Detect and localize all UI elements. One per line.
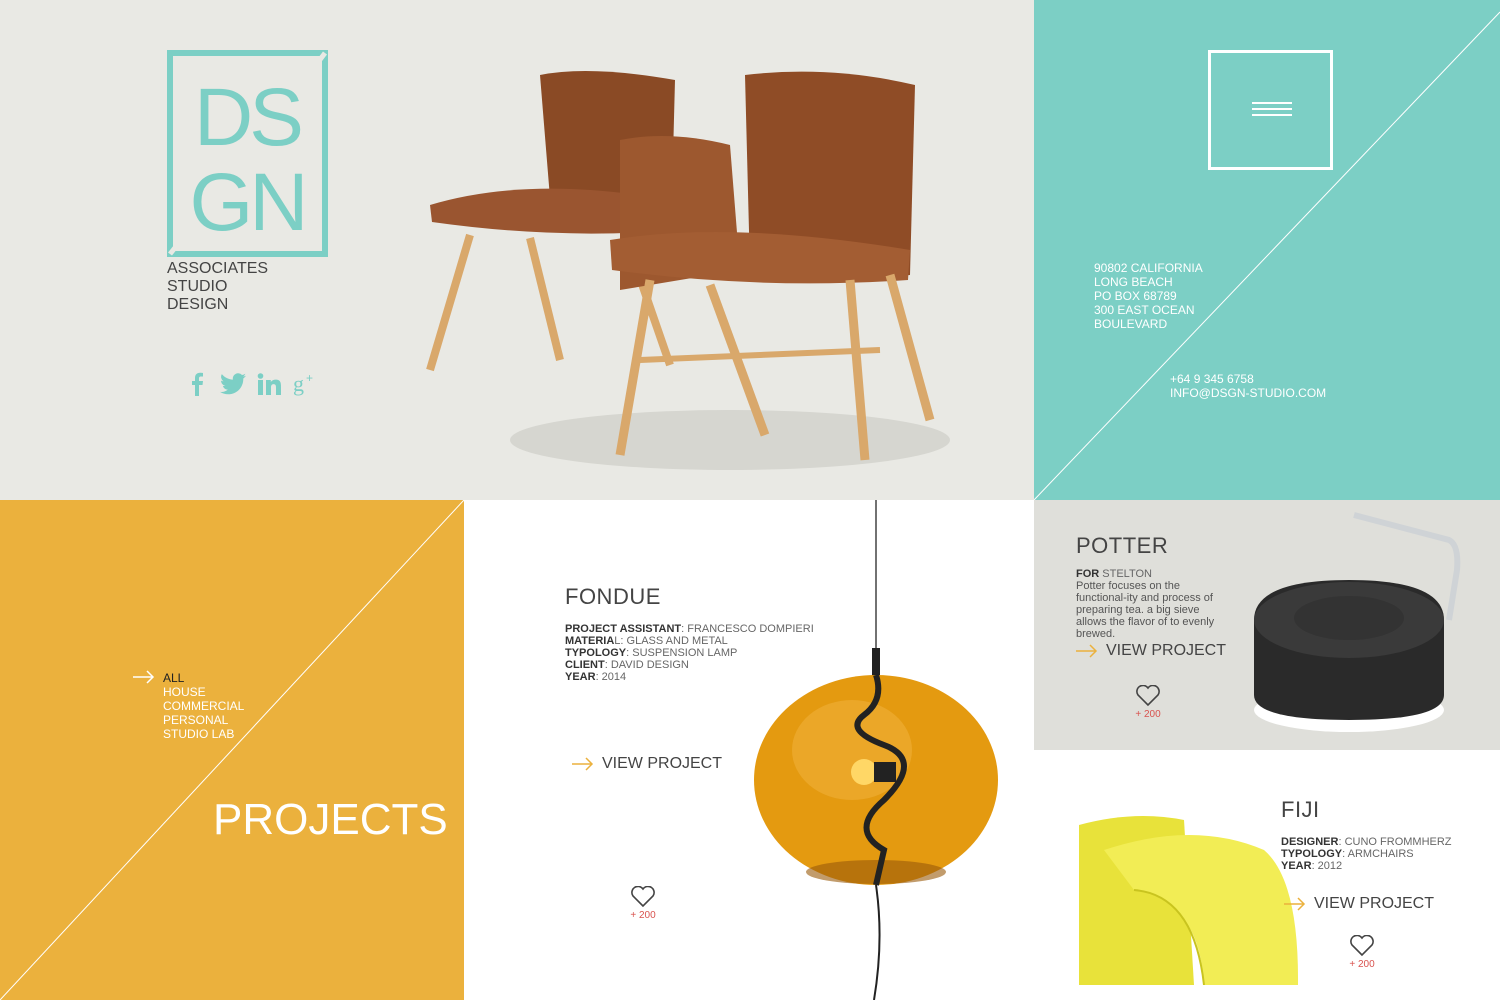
heart-icon (1136, 685, 1160, 707)
project-filters: ALL HOUSE COMMERCIAL PERSONAL STUDIO LAB (163, 671, 244, 741)
meta-label: DESIGNER (1281, 836, 1339, 848)
meta-value: : FRANCESCO DOMPIERI (681, 623, 814, 635)
heart-icon (631, 886, 655, 908)
tagline-line: ASSOCIATES (167, 260, 269, 277)
project-card-fiji: FIJI DESIGNER: CUNO FROMMHERZ TYPOLOGY: … (1034, 750, 1500, 1000)
meta-label: YEAR (565, 671, 596, 683)
like-button[interactable]: + 200 (1135, 685, 1161, 720)
view-project-button[interactable]: VIEW PROJECT (1076, 642, 1226, 660)
twitter-icon[interactable] (220, 371, 246, 397)
meta-label: PROJECT ASSISTANT (565, 623, 682, 635)
projects-nav-section (0, 500, 464, 1000)
like-button[interactable]: + 200 (630, 886, 656, 921)
filter-house[interactable]: HOUSE (163, 685, 244, 699)
tagline-line: DESIGN (167, 296, 229, 313)
meta-value: : 2012 (1311, 860, 1343, 872)
menu-icon-bar (1252, 102, 1292, 104)
linkedin-icon[interactable] (256, 371, 282, 397)
potter-kettle-image (1254, 512, 1461, 732)
menu-icon-bar (1252, 114, 1292, 116)
address-line: 300 EAST OCEAN (1094, 303, 1195, 317)
contact-section: 90802 CALIFORNIA LONG BEACH PO BOX 68789… (1034, 0, 1500, 500)
like-button[interactable]: + 200 (1349, 935, 1375, 970)
social-links: g + (184, 371, 318, 397)
phone-number[interactable]: +64 9 345 6758 (1170, 372, 1326, 386)
projects-heading: PROJECTS (213, 795, 448, 844)
meta-value: STELTON (1099, 568, 1153, 580)
filter-personal[interactable]: PERSONAL (163, 713, 244, 727)
meta-value: : SUSPENSION LAMP (626, 647, 738, 659)
arrow-right-icon (1076, 644, 1098, 658)
fiji-armchair-image (1079, 816, 1299, 985)
meta-value: L: GLASS AND METAL (614, 635, 728, 647)
filter-all[interactable]: ALL (163, 671, 244, 685)
svg-text:g: g (293, 372, 304, 396)
meta-label: MATERIA (565, 635, 615, 647)
facebook-icon[interactable] (184, 371, 210, 397)
hero-section: DS GN ASSOCIATES STUDIO DESIGN g + (0, 0, 1034, 500)
project-meta: PROJECT ASSISTANT: FRANCESCO DOMPIERI MA… (565, 623, 814, 683)
menu-icon-bar (1252, 108, 1292, 110)
filter-commercial[interactable]: COMMERCIAL (163, 699, 244, 713)
project-meta: FOR STELTON (1076, 568, 1152, 580)
meta-value: : ARMCHAIRS (1342, 848, 1414, 860)
address-line: LONG BEACH (1094, 275, 1173, 289)
arrow-right-icon (133, 670, 155, 684)
view-project-button[interactable]: VIEW PROJECT (572, 755, 722, 773)
svg-text:+: + (306, 372, 313, 385)
diagonal-line (0, 500, 464, 1000)
project-meta: DESIGNER: CUNO FROMMHERZ TYPOLOGY: ARMCH… (1281, 836, 1452, 872)
project-card-fondue: FONDUE PROJECT ASSISTANT: FRANCESCO DOMP… (464, 500, 1034, 1000)
heart-icon (1350, 935, 1374, 957)
project-description: Potter focuses on the functional-ity and… (1076, 580, 1215, 640)
menu-button[interactable] (1208, 50, 1333, 170)
dsgn-logo[interactable]: DS GN (167, 50, 328, 257)
address-line: 90802 CALIFORNIA (1094, 261, 1203, 275)
svg-text:GN: GN (190, 157, 305, 248)
view-project-label: VIEW PROJECT (1314, 895, 1435, 912)
meta-label: FOR (1076, 568, 1100, 580)
meta-label: YEAR (1281, 860, 1312, 872)
brand-tagline: ASSOCIATES STUDIO DESIGN (167, 260, 268, 314)
email-link[interactable]: INFO@DSGN-STUDIO.COM (1170, 386, 1326, 400)
meta-label: TYPOLOGY (1281, 848, 1343, 860)
project-title: FONDUE (565, 584, 661, 609)
contact-details: +64 9 345 6758 INFO@DSGN-STUDIO.COM (1170, 372, 1326, 400)
google-plus-icon[interactable]: g + (292, 371, 318, 397)
arrow-right-icon (1284, 897, 1306, 911)
fondue-lamp-image (754, 500, 998, 1000)
filter-studio-lab[interactable]: STUDIO LAB (163, 727, 244, 741)
project-title: FIJI (1281, 797, 1320, 822)
project-title: POTTER (1076, 533, 1169, 558)
project-card-potter: POTTER FOR STELTON Potter focuses on the… (1034, 500, 1500, 750)
meta-label: TYPOLOGY (565, 647, 627, 659)
svg-text:DS: DS (194, 72, 300, 163)
view-project-button[interactable]: VIEW PROJECT (1284, 895, 1434, 913)
tagline-line: STUDIO (167, 278, 228, 295)
hero-chairs-image (426, 71, 950, 470)
meta-value: : DAVID DESIGN (604, 659, 689, 671)
address-line: PO BOX 68789 (1094, 289, 1177, 303)
meta-value: : 2014 (595, 671, 627, 683)
arrow-right-icon (572, 757, 594, 771)
view-project-label: VIEW PROJECT (602, 755, 723, 772)
like-count: + 200 (630, 910, 656, 921)
view-project-label: VIEW PROJECT (1106, 642, 1227, 659)
like-count: + 200 (1349, 959, 1375, 970)
studio-address: 90802 CALIFORNIA LONG BEACH PO BOX 68789… (1094, 261, 1203, 331)
meta-value: : CUNO FROMMHERZ (1338, 836, 1452, 848)
meta-label: CLIENT (565, 659, 605, 671)
like-count: + 200 (1135, 709, 1161, 720)
address-line: BOULEVARD (1094, 317, 1168, 331)
